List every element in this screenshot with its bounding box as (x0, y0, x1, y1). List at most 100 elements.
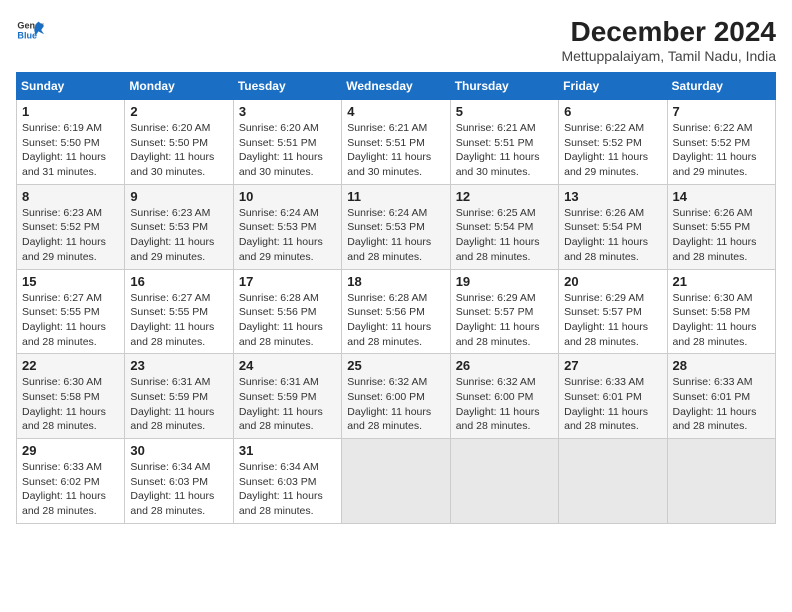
day-detail: Sunrise: 6:20 AM Sunset: 5:50 PM Dayligh… (130, 121, 227, 180)
calendar-cell: 3 Sunrise: 6:20 AM Sunset: 5:51 PM Dayli… (233, 100, 341, 185)
header-saturday: Saturday (667, 73, 775, 100)
day-number: 10 (239, 189, 336, 204)
day-detail: Sunrise: 6:23 AM Sunset: 5:52 PM Dayligh… (22, 206, 119, 265)
day-number: 27 (564, 358, 661, 373)
day-detail: Sunrise: 6:34 AM Sunset: 6:03 PM Dayligh… (130, 460, 227, 519)
calendar-week-1: 1 Sunrise: 6:19 AM Sunset: 5:50 PM Dayli… (17, 100, 776, 185)
day-detail: Sunrise: 6:24 AM Sunset: 5:53 PM Dayligh… (239, 206, 336, 265)
calendar-table: Sunday Monday Tuesday Wednesday Thursday… (16, 72, 776, 524)
day-number: 26 (456, 358, 553, 373)
day-number: 13 (564, 189, 661, 204)
calendar-cell: 5 Sunrise: 6:21 AM Sunset: 5:51 PM Dayli… (450, 100, 558, 185)
day-number: 25 (347, 358, 444, 373)
day-detail: Sunrise: 6:27 AM Sunset: 5:55 PM Dayligh… (130, 291, 227, 350)
day-number: 2 (130, 104, 227, 119)
calendar-cell (559, 439, 667, 524)
day-detail: Sunrise: 6:20 AM Sunset: 5:51 PM Dayligh… (239, 121, 336, 180)
day-number: 24 (239, 358, 336, 373)
day-number: 28 (673, 358, 770, 373)
calendar-cell (342, 439, 450, 524)
day-number: 4 (347, 104, 444, 119)
calendar-cell: 23 Sunrise: 6:31 AM Sunset: 5:59 PM Dayl… (125, 354, 233, 439)
calendar-body: 1 Sunrise: 6:19 AM Sunset: 5:50 PM Dayli… (17, 100, 776, 524)
calendar-cell (450, 439, 558, 524)
day-detail: Sunrise: 6:24 AM Sunset: 5:53 PM Dayligh… (347, 206, 444, 265)
calendar-cell: 12 Sunrise: 6:25 AM Sunset: 5:54 PM Dayl… (450, 184, 558, 269)
day-detail: Sunrise: 6:32 AM Sunset: 6:00 PM Dayligh… (456, 375, 553, 434)
day-number: 18 (347, 274, 444, 289)
day-number: 31 (239, 443, 336, 458)
day-number: 20 (564, 274, 661, 289)
calendar-cell: 18 Sunrise: 6:28 AM Sunset: 5:56 PM Dayl… (342, 269, 450, 354)
calendar-cell: 11 Sunrise: 6:24 AM Sunset: 5:53 PM Dayl… (342, 184, 450, 269)
day-number: 5 (456, 104, 553, 119)
day-detail: Sunrise: 6:23 AM Sunset: 5:53 PM Dayligh… (130, 206, 227, 265)
calendar-cell: 6 Sunrise: 6:22 AM Sunset: 5:52 PM Dayli… (559, 100, 667, 185)
day-number: 30 (130, 443, 227, 458)
calendar-cell: 4 Sunrise: 6:21 AM Sunset: 5:51 PM Dayli… (342, 100, 450, 185)
main-title: December 2024 (561, 16, 776, 48)
day-number: 3 (239, 104, 336, 119)
day-number: 19 (456, 274, 553, 289)
header-sunday: Sunday (17, 73, 125, 100)
day-number: 11 (347, 189, 444, 204)
calendar-cell: 15 Sunrise: 6:27 AM Sunset: 5:55 PM Dayl… (17, 269, 125, 354)
day-number: 29 (22, 443, 119, 458)
day-detail: Sunrise: 6:33 AM Sunset: 6:02 PM Dayligh… (22, 460, 119, 519)
day-detail: Sunrise: 6:19 AM Sunset: 5:50 PM Dayligh… (22, 121, 119, 180)
calendar-cell: 20 Sunrise: 6:29 AM Sunset: 5:57 PM Dayl… (559, 269, 667, 354)
day-detail: Sunrise: 6:28 AM Sunset: 5:56 PM Dayligh… (239, 291, 336, 350)
day-detail: Sunrise: 6:31 AM Sunset: 5:59 PM Dayligh… (239, 375, 336, 434)
calendar-cell: 9 Sunrise: 6:23 AM Sunset: 5:53 PM Dayli… (125, 184, 233, 269)
header-friday: Friday (559, 73, 667, 100)
calendar-cell: 13 Sunrise: 6:26 AM Sunset: 5:54 PM Dayl… (559, 184, 667, 269)
calendar-cell: 28 Sunrise: 6:33 AM Sunset: 6:01 PM Dayl… (667, 354, 775, 439)
day-number: 21 (673, 274, 770, 289)
day-number: 16 (130, 274, 227, 289)
svg-text:Blue: Blue (17, 30, 37, 40)
day-detail: Sunrise: 6:27 AM Sunset: 5:55 PM Dayligh… (22, 291, 119, 350)
day-detail: Sunrise: 6:28 AM Sunset: 5:56 PM Dayligh… (347, 291, 444, 350)
calendar-cell: 1 Sunrise: 6:19 AM Sunset: 5:50 PM Dayli… (17, 100, 125, 185)
day-detail: Sunrise: 6:21 AM Sunset: 5:51 PM Dayligh… (456, 121, 553, 180)
calendar-cell: 26 Sunrise: 6:32 AM Sunset: 6:00 PM Dayl… (450, 354, 558, 439)
page-container: General Blue December 2024 Mettuppalaiya… (16, 16, 776, 524)
calendar-cell: 19 Sunrise: 6:29 AM Sunset: 5:57 PM Dayl… (450, 269, 558, 354)
day-detail: Sunrise: 6:32 AM Sunset: 6:00 PM Dayligh… (347, 375, 444, 434)
day-detail: Sunrise: 6:21 AM Sunset: 5:51 PM Dayligh… (347, 121, 444, 180)
day-detail: Sunrise: 6:29 AM Sunset: 5:57 PM Dayligh… (564, 291, 661, 350)
logo: General Blue (16, 16, 46, 44)
day-detail: Sunrise: 6:29 AM Sunset: 5:57 PM Dayligh… (456, 291, 553, 350)
day-detail: Sunrise: 6:22 AM Sunset: 5:52 PM Dayligh… (673, 121, 770, 180)
day-detail: Sunrise: 6:31 AM Sunset: 5:59 PM Dayligh… (130, 375, 227, 434)
day-number: 7 (673, 104, 770, 119)
calendar-cell: 24 Sunrise: 6:31 AM Sunset: 5:59 PM Dayl… (233, 354, 341, 439)
day-detail: Sunrise: 6:30 AM Sunset: 5:58 PM Dayligh… (22, 375, 119, 434)
calendar-week-2: 8 Sunrise: 6:23 AM Sunset: 5:52 PM Dayli… (17, 184, 776, 269)
calendar-cell: 29 Sunrise: 6:33 AM Sunset: 6:02 PM Dayl… (17, 439, 125, 524)
day-detail: Sunrise: 6:34 AM Sunset: 6:03 PM Dayligh… (239, 460, 336, 519)
calendar-cell: 17 Sunrise: 6:28 AM Sunset: 5:56 PM Dayl… (233, 269, 341, 354)
calendar-cell: 25 Sunrise: 6:32 AM Sunset: 6:00 PM Dayl… (342, 354, 450, 439)
title-block: December 2024 Mettuppalaiyam, Tamil Nadu… (561, 16, 776, 64)
day-number: 23 (130, 358, 227, 373)
calendar-week-4: 22 Sunrise: 6:30 AM Sunset: 5:58 PM Dayl… (17, 354, 776, 439)
header: General Blue December 2024 Mettuppalaiya… (16, 16, 776, 64)
subtitle: Mettuppalaiyam, Tamil Nadu, India (561, 48, 776, 64)
day-detail: Sunrise: 6:30 AM Sunset: 5:58 PM Dayligh… (673, 291, 770, 350)
day-detail: Sunrise: 6:26 AM Sunset: 5:55 PM Dayligh… (673, 206, 770, 265)
day-number: 1 (22, 104, 119, 119)
header-tuesday: Tuesday (233, 73, 341, 100)
calendar-cell: 8 Sunrise: 6:23 AM Sunset: 5:52 PM Dayli… (17, 184, 125, 269)
day-detail: Sunrise: 6:25 AM Sunset: 5:54 PM Dayligh… (456, 206, 553, 265)
day-detail: Sunrise: 6:22 AM Sunset: 5:52 PM Dayligh… (564, 121, 661, 180)
day-number: 15 (22, 274, 119, 289)
day-number: 14 (673, 189, 770, 204)
day-number: 8 (22, 189, 119, 204)
calendar-header-row: Sunday Monday Tuesday Wednesday Thursday… (17, 73, 776, 100)
day-number: 9 (130, 189, 227, 204)
day-number: 6 (564, 104, 661, 119)
calendar-cell (667, 439, 775, 524)
day-detail: Sunrise: 6:33 AM Sunset: 6:01 PM Dayligh… (564, 375, 661, 434)
header-thursday: Thursday (450, 73, 558, 100)
